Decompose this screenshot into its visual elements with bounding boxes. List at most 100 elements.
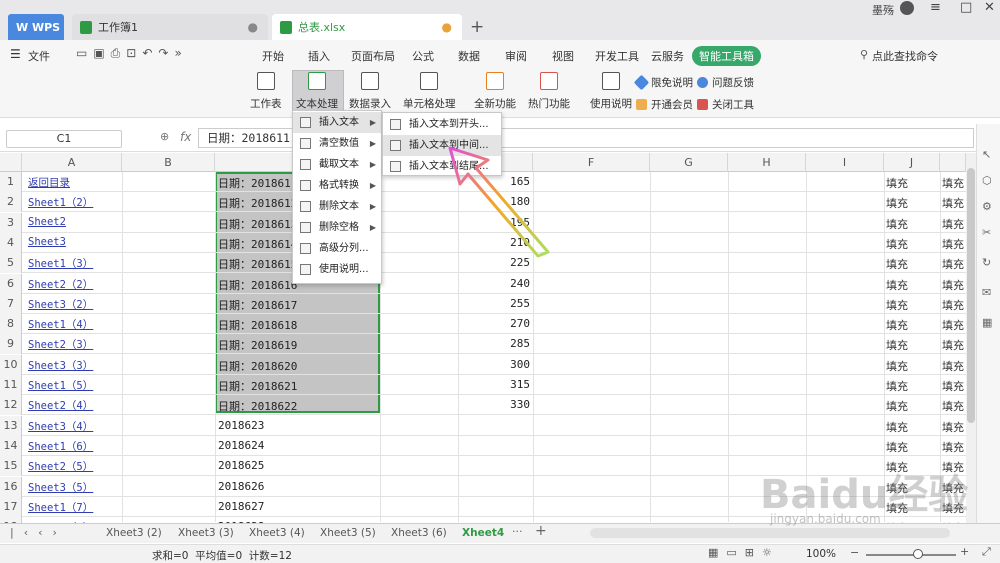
row-header[interactable]: 16 (0, 477, 22, 497)
cell-e[interactable]: 270 (458, 317, 530, 330)
new-function-button[interactable]: 全新功能 (474, 72, 516, 111)
column-header-h[interactable]: H (728, 153, 806, 172)
cell-c[interactable]: 日期：2018621 (218, 378, 378, 394)
avatar[interactable] (900, 1, 914, 15)
zoom-out-icon[interactable]: − (850, 546, 859, 559)
pointer-icon[interactable]: ↖ (982, 148, 991, 161)
hamburger-icon[interactable]: ☰ (10, 47, 21, 61)
sheet-tab-active[interactable]: Xheet4 (462, 527, 504, 539)
row-header[interactable]: 2 (0, 192, 22, 212)
cell-c[interactable]: 2018625 (218, 459, 378, 472)
feedback-link[interactable]: 问题反馈 (697, 75, 754, 90)
file-menu[interactable]: 文件 (28, 48, 50, 64)
usage-button[interactable]: 使用说明 (590, 72, 632, 111)
cell-j[interactable]: 填充 (886, 277, 938, 293)
cell-j[interactable]: 填充 (886, 337, 938, 353)
cell-k[interactable]: 填充 (942, 419, 966, 435)
worksheet-button[interactable]: 工作表 (250, 72, 282, 111)
cell-e[interactable]: 315 (458, 378, 530, 391)
tab-cloud[interactable]: 云服务 (651, 48, 684, 64)
cell-k[interactable]: 填充 (942, 398, 966, 414)
row-header[interactable]: 11 (0, 375, 22, 395)
tab-page-layout[interactable]: 页面布局 (351, 48, 395, 64)
row-header[interactable]: 5 (0, 253, 22, 273)
add-sheet-button[interactable]: + (535, 523, 547, 539)
select-all-corner[interactable] (0, 153, 22, 172)
tab-home[interactable]: 开始 (262, 48, 284, 64)
cell-c[interactable]: 2018627 (218, 500, 378, 513)
cell-j[interactable]: 填充 (886, 297, 938, 313)
cell-j[interactable]: 填充 (886, 317, 938, 333)
horizontal-scrollbar[interactable] (590, 528, 950, 538)
cell-c[interactable]: 2018626 (218, 480, 378, 493)
menu-icon[interactable]: ≡ (930, 0, 941, 15)
cell-a-link[interactable]: Sheet3（4） (28, 419, 120, 434)
close-window-icon[interactable]: ✕ (984, 0, 995, 15)
row-header[interactable]: 7 (0, 294, 22, 314)
sheet-tab[interactable]: Xheet3 (3) (178, 527, 234, 539)
cell-e[interactable]: 330 (458, 398, 530, 411)
close-icon[interactable]: ● (248, 20, 258, 34)
cell-k[interactable]: 填充 (942, 195, 966, 211)
tab-workbook1[interactable]: 工作簿1 ● (72, 14, 268, 40)
row-header[interactable]: 14 (0, 436, 22, 456)
menu-clear-values[interactable]: 清空数值 ▶ (293, 133, 381, 154)
cell-a-link[interactable]: Sheet3（2） (28, 297, 120, 312)
row-header[interactable]: 10 (0, 355, 22, 375)
close-tool-link[interactable]: 关闭工具 (697, 97, 754, 112)
sheet-nav-arrows[interactable]: |‹‹› (10, 526, 67, 539)
tab-data[interactable]: 数据 (458, 48, 480, 64)
row-header[interactable]: 13 (0, 416, 22, 436)
cell-k[interactable]: 填充 (942, 439, 966, 455)
cell-j[interactable]: 填充 (886, 398, 938, 414)
fx-icon[interactable]: fx (180, 130, 191, 144)
zoom-level[interactable]: 100% (806, 548, 836, 560)
cell-e[interactable]: 285 (458, 337, 530, 350)
cell-e[interactable]: 255 (458, 297, 530, 310)
new-tab-button[interactable]: + (470, 17, 484, 37)
cell-e[interactable]: 240 (458, 277, 530, 290)
cell-a-link[interactable]: Sheet1（5） (28, 378, 120, 393)
sheet-tab[interactable]: Xheet3 (6) (391, 527, 447, 539)
row-header[interactable]: 1 (0, 172, 22, 192)
row-header[interactable]: 6 (0, 274, 22, 294)
menu-usage[interactable]: 使用说明... (293, 259, 381, 280)
cell-j[interactable]: 填充 (886, 378, 938, 394)
zoom-slider[interactable] (866, 554, 956, 556)
vertical-scroll-thumb[interactable] (967, 168, 975, 423)
cell-j[interactable]: 填充 (886, 256, 938, 272)
menu-delete-spaces[interactable]: 删除空格 ▶ (293, 217, 381, 238)
cell-j[interactable]: 填充 (886, 216, 938, 232)
row-header[interactable]: 9 (0, 334, 22, 354)
row-header[interactable]: 15 (0, 456, 22, 476)
cell-a-link[interactable]: Sheet2（4） (28, 398, 120, 413)
column-header-i[interactable]: I (806, 153, 884, 172)
tab-formulas[interactable]: 公式 (412, 48, 434, 64)
text-processing-button[interactable]: 文本处理 (296, 72, 338, 111)
name-box[interactable]: C1 (6, 130, 122, 148)
cell-j[interactable]: 填充 (886, 419, 938, 435)
free-desc-link[interactable]: 限免说明 (633, 74, 693, 91)
tab-view[interactable]: 视图 (552, 48, 574, 64)
row-header[interactable]: 3 (0, 213, 22, 233)
sheet-tab[interactable]: Xheet3 (4) (249, 527, 305, 539)
column-header-g[interactable]: G (650, 153, 728, 172)
submenu-insert-beginning[interactable]: 插入文本到开头... (383, 114, 501, 135)
cell-e[interactable]: 300 (458, 358, 530, 371)
cell-k[interactable]: 填充 (942, 236, 966, 252)
fullscreen-icon[interactable]: ⤢ (982, 545, 991, 559)
cell-c[interactable]: 日期：2018618 (218, 317, 378, 333)
command-search[interactable]: 点此查找命令 (872, 48, 938, 64)
zoom-slider-knob[interactable] (913, 549, 923, 559)
cell-k[interactable]: 填充 (942, 358, 966, 374)
unsaved-dot-icon[interactable]: ● (442, 20, 452, 34)
cell-a-link[interactable]: Sheet1（3） (28, 256, 120, 271)
cell-a-link[interactable]: Sheet3（3） (28, 358, 120, 373)
menu-format-convert[interactable]: 格式转换 ▶ (293, 175, 381, 196)
cell-c[interactable]: 日期：2018617 (218, 297, 378, 313)
zoom-in-icon[interactable]: + (960, 545, 969, 558)
row-header[interactable]: 17 (0, 497, 22, 517)
cell-j[interactable]: 填充 (886, 439, 938, 455)
grid-icon[interactable]: ▦ (982, 316, 992, 329)
cell-k[interactable]: 填充 (942, 175, 966, 191)
